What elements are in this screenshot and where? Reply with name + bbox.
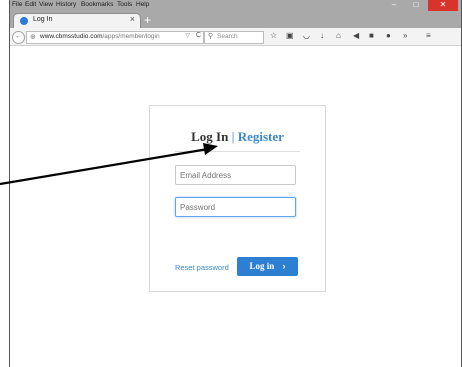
annotation-arrow xyxy=(0,143,218,186)
arrow-shaft xyxy=(0,147,209,186)
arrow-head-icon xyxy=(203,143,218,155)
